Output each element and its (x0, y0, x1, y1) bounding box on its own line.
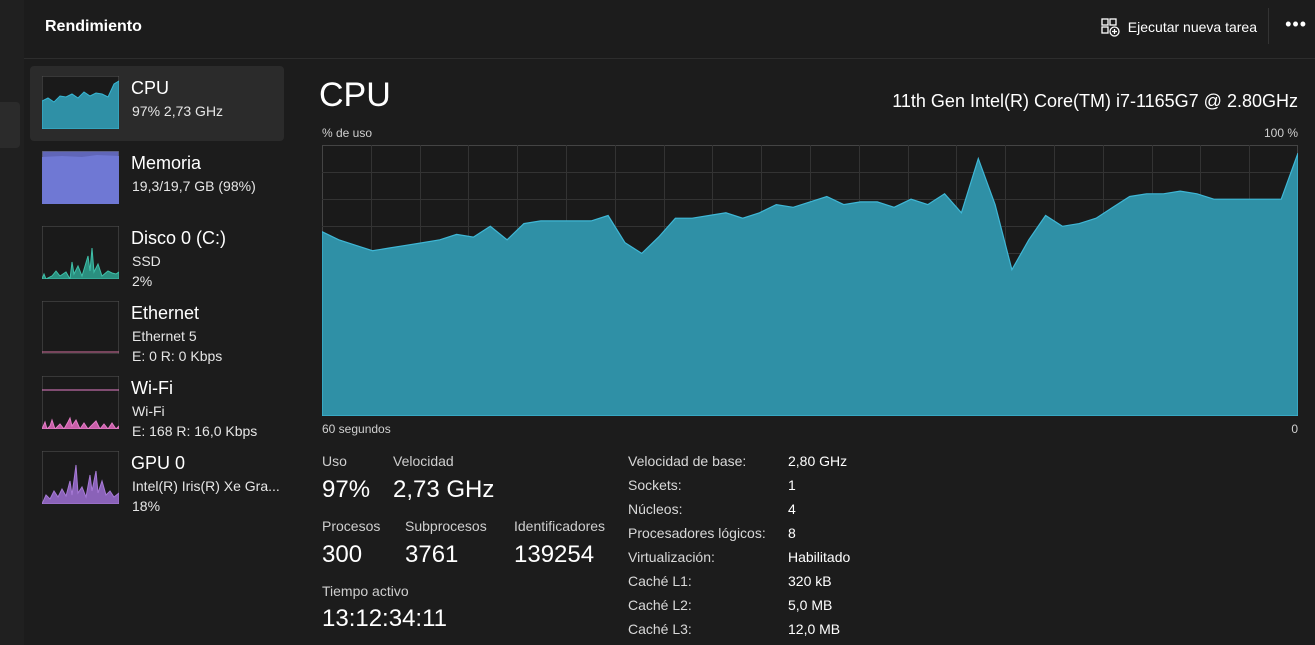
more-options-icon[interactable]: ••• (1285, 14, 1307, 35)
detail-value: 12,0 MB (788, 621, 841, 637)
sidebar-item-label: CPU (131, 78, 170, 98)
sidebar-item-detail: Wi-Fi (132, 403, 165, 419)
detail-label: Virtualización: (628, 549, 715, 565)
detail-value: 320 kB (788, 573, 832, 589)
speed-label: Velocidad (393, 453, 454, 469)
detail-label: Caché L3: (628, 621, 692, 637)
sidebar-item-detail: 97% 2,73 GHz (132, 103, 224, 119)
detail-value: 2,80 GHz (788, 453, 848, 469)
section-title: CPU (319, 76, 391, 114)
handles-value: 139254 (514, 541, 595, 568)
sidebar-item-label: GPU 0 (131, 453, 186, 473)
sidebar-item-ethernet[interactable]: Ethernet Ethernet 5 E: 0 R: 0 Kbps (30, 291, 284, 366)
sidebar-item-memory[interactable]: Memoria 19,3/19,7 GB (98%) (30, 141, 284, 216)
detail-value: Habilitado (788, 549, 851, 565)
threads-value: 3761 (405, 541, 459, 568)
header: Rendimiento Ejecutar nueva tarea ••• (24, 0, 1315, 59)
speed-value: 2,73 GHz (393, 476, 495, 503)
sidebar-item-detail-2: 2% (132, 273, 153, 289)
cpu-usage-graph (322, 145, 1298, 416)
handles-label: Identificadores (514, 518, 606, 534)
processes-label: Procesos (322, 518, 381, 534)
detail-value: 1 (788, 477, 796, 493)
detail-label: Sockets: (628, 477, 682, 493)
sidebar-item-detail-2: E: 168 R: 16,0 Kbps (132, 423, 258, 439)
detail-value: 4 (788, 501, 796, 517)
sidebar-item-detail: Intel(R) Iris(R) Xe Gra... (132, 478, 280, 494)
nav-selected-indicator[interactable] (0, 102, 20, 148)
sidebar-item-gpu[interactable]: GPU 0 Intel(R) Iris(R) Xe Gra... 18% (30, 441, 284, 516)
left-navigation-rail (0, 0, 24, 645)
detail-value: 5,0 MB (788, 597, 833, 613)
sidebar-item-detail-2: 18% (132, 498, 161, 514)
sidebar-item-label: Wi-Fi (131, 378, 173, 398)
sidebar-item-detail: SSD (132, 253, 161, 269)
detail-label: Núcleos: (628, 501, 683, 517)
sidebar-item-label: Ethernet (131, 303, 200, 323)
detail-label: Caché L1: (628, 573, 692, 589)
sidebar-item-detail: 19,3/19,7 GB (98%) (132, 178, 256, 194)
header-separator (1268, 8, 1269, 44)
processes-value: 300 (322, 541, 363, 568)
sidebar-item-cpu[interactable]: CPU 97% 2,73 GHz (30, 66, 284, 141)
sidebar-item-detail-2: E: 0 R: 0 Kbps (132, 348, 223, 364)
uptime-value: 13:12:34:11 (322, 605, 448, 632)
detail-label: Caché L2: (628, 597, 692, 613)
x-axis-right-label: 0 (1291, 422, 1298, 436)
gpu-thumbnail-graph (42, 451, 119, 504)
uptime-label: Tiempo activo (322, 583, 409, 599)
threads-label: Subprocesos (405, 518, 487, 534)
detail-value: 8 (788, 525, 796, 541)
detail-label: Procesadores lógicos: (628, 525, 766, 541)
sidebar-item-disk[interactable]: Disco 0 (C:) SSD 2% (30, 216, 284, 291)
cpu-thumbnail-graph (42, 76, 119, 129)
sidebar-item-label: Memoria (131, 153, 202, 173)
memory-thumbnail-graph (42, 151, 119, 204)
cpu-model: 11th Gen Intel(R) Core(TM) i7-1165G7 @ 2… (892, 91, 1298, 111)
usage-label: Uso (322, 453, 347, 469)
page-title: Rendimiento (45, 18, 142, 35)
detail-label: Velocidad de base: (628, 453, 747, 469)
x-axis-left-label: 60 segundos (322, 422, 391, 436)
run-new-task-button[interactable]: Ejecutar nueva tarea (1100, 15, 1257, 39)
sidebar-item-label: Disco 0 (C:) (131, 228, 227, 248)
disk-thumbnail-graph (42, 226, 119, 279)
run-task-label: Ejecutar nueva tarea (1127, 19, 1257, 35)
y-axis-max-label: 100 % (1263, 126, 1298, 140)
usage-value: 97% (322, 476, 371, 503)
run-task-icon (1101, 18, 1120, 37)
wifi-thumbnail-graph (42, 376, 119, 429)
y-axis-label: % de uso (322, 126, 373, 140)
sidebar-item-detail: Ethernet 5 (132, 328, 197, 344)
resource-list: CPU 97% 2,73 GHz Memoria 19,3/19,7 GB (9… (30, 66, 284, 516)
sidebar-item-wifi[interactable]: Wi-Fi Wi-Fi E: 168 R: 16,0 Kbps (30, 366, 284, 441)
ethernet-thumbnail-graph (42, 301, 119, 354)
